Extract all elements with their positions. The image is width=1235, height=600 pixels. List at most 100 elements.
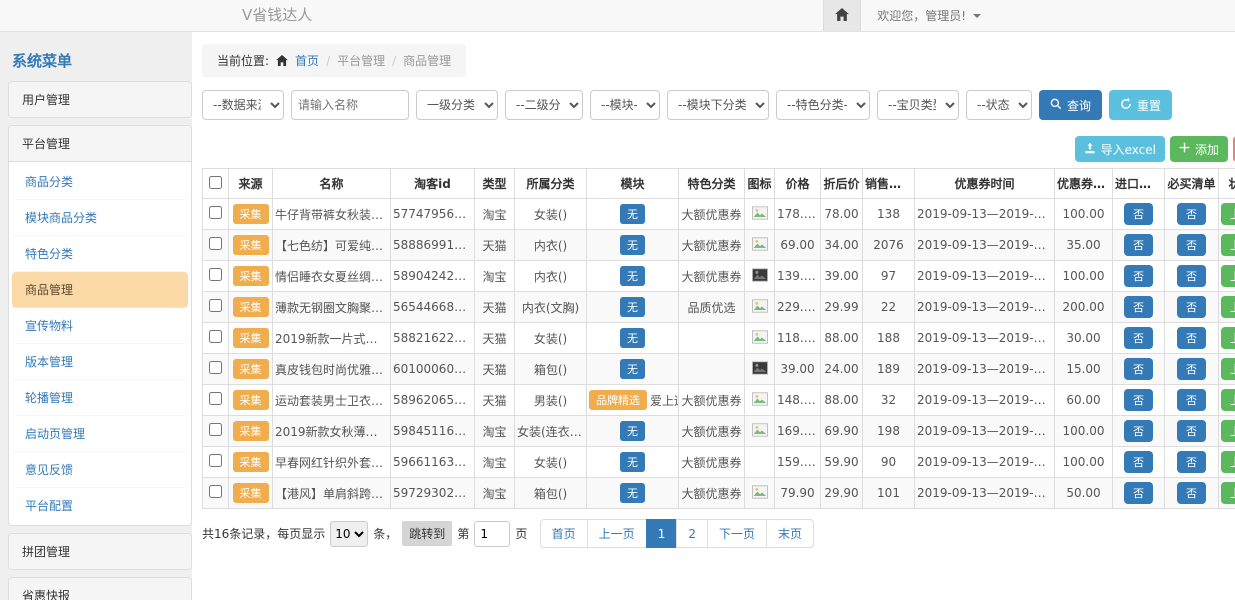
must-buy-toggle[interactable]: 否	[1177, 358, 1206, 380]
cell-sales: 198	[863, 416, 915, 447]
pager-button-上一页[interactable]: 上一页	[587, 519, 647, 548]
search-button[interactable]: 查询	[1039, 90, 1102, 120]
import-select-toggle[interactable]: 否	[1124, 482, 1153, 504]
must-buy-toggle[interactable]: 否	[1177, 327, 1206, 349]
must-buy-toggle[interactable]: 否	[1177, 420, 1206, 442]
status-toggle[interactable]: 上架	[1221, 420, 1235, 442]
filter-select-level2-category[interactable]: --二级分类--	[505, 90, 583, 120]
status-toggle[interactable]: 上架	[1221, 296, 1235, 318]
module-content: 无	[620, 204, 645, 224]
jump-button[interactable]: 跳转到	[402, 521, 452, 546]
status-toggle[interactable]: 上架	[1221, 265, 1235, 287]
row-checkbox[interactable]	[209, 268, 222, 281]
filter-select-level1-category[interactable]: 一级分类	[416, 90, 498, 120]
page-label-after: 页	[515, 525, 527, 542]
must-buy-toggle[interactable]: 否	[1177, 482, 1206, 504]
status-toggle[interactable]: 上架	[1221, 482, 1235, 504]
sidebar-subitem[interactable]: 意见反馈	[12, 452, 188, 488]
cell-feature: 大额优惠券	[679, 416, 745, 447]
must-buy-toggle[interactable]: 否	[1177, 234, 1206, 256]
row-checkbox[interactable]	[209, 392, 222, 405]
cell-must-buy: 否	[1165, 292, 1219, 323]
row-checkbox[interactable]	[209, 423, 222, 436]
filter-select-data-source[interactable]: --数据来源--	[202, 90, 284, 120]
must-buy-toggle[interactable]: 否	[1177, 203, 1206, 225]
sidebar-subitem[interactable]: 模块商品分类	[12, 200, 188, 236]
status-toggle[interactable]: 上架	[1221, 234, 1235, 256]
import-select-toggle[interactable]: 否	[1124, 451, 1153, 473]
import-select-toggle[interactable]: 否	[1124, 327, 1153, 349]
breadcrumb-home-link[interactable]: 首页	[295, 52, 319, 69]
import-select-toggle[interactable]: 否	[1124, 296, 1153, 318]
cell-discount-price: 69.90	[821, 416, 863, 447]
import-select-toggle[interactable]: 否	[1124, 234, 1153, 256]
status-toggle[interactable]: 上架	[1221, 389, 1235, 411]
row-checkbox[interactable]	[209, 485, 222, 498]
must-buy-toggle[interactable]: 否	[1177, 451, 1206, 473]
sidebar-subitem[interactable]: 启动页管理	[12, 416, 188, 452]
status-toggle[interactable]: 上架	[1221, 358, 1235, 380]
column-header-2: 淘客id	[391, 169, 475, 199]
filter-input-name-keyword[interactable]	[291, 90, 409, 120]
column-header-13: 进口优选	[1113, 169, 1165, 199]
cell-category: 女装(连衣裙)	[515, 416, 587, 447]
reset-button[interactable]: 重置	[1109, 90, 1172, 120]
sidebar-subitem[interactable]: 平台配置	[12, 488, 188, 523]
sidebar-subitem[interactable]: 特色分类	[12, 236, 188, 272]
status-toggle[interactable]: 上架	[1221, 327, 1235, 349]
status-toggle[interactable]: 上架	[1221, 203, 1235, 225]
row-checkbox[interactable]	[209, 361, 222, 374]
sidebar-subitem[interactable]: 商品分类	[12, 164, 188, 200]
cell-feature: 大额优惠券	[679, 478, 745, 509]
home-button[interactable]	[823, 0, 861, 31]
cell-taoke-id: 588869917501	[391, 230, 475, 261]
row-checkbox[interactable]	[209, 454, 222, 467]
import-excel-button[interactable]: 导入excel	[1075, 136, 1165, 162]
row-checkbox[interactable]	[209, 206, 222, 219]
sidebar-item-group-buy[interactable]: 拼团管理	[9, 534, 191, 569]
cell-module: 无	[587, 354, 679, 385]
sidebar-subitem[interactable]: 版本管理	[12, 344, 188, 380]
per-page-select[interactable]: 10	[330, 521, 368, 547]
filter-select-module[interactable]: --模块--	[590, 90, 660, 120]
row-checkbox[interactable]	[209, 299, 222, 312]
select-all-checkbox[interactable]	[209, 176, 222, 189]
must-buy-toggle[interactable]: 否	[1177, 389, 1206, 411]
page-number-input[interactable]	[474, 521, 510, 547]
must-buy-toggle[interactable]: 否	[1177, 265, 1206, 287]
sidebar-subitem[interactable]: 商品管理	[12, 272, 188, 308]
row-checkbox[interactable]	[209, 330, 222, 343]
import-select-toggle[interactable]: 否	[1124, 203, 1153, 225]
filter-select-item-type[interactable]: --宝贝类型--	[877, 90, 959, 120]
module-badge: 无	[620, 328, 645, 348]
add-button[interactable]: 添加	[1170, 136, 1228, 162]
status-toggle[interactable]: 上架	[1221, 451, 1235, 473]
import-select-toggle[interactable]: 否	[1124, 420, 1153, 442]
pager-button-首页[interactable]: 首页	[540, 519, 588, 548]
cell-type: 天猫	[475, 354, 515, 385]
cell-coupon-amount: 15.00	[1055, 354, 1113, 385]
pager-button-2[interactable]: 2	[676, 519, 708, 548]
filter-select-status[interactable]: --状态--	[966, 90, 1032, 120]
sidebar-subitem[interactable]: 轮播管理	[12, 380, 188, 416]
cell-status: 上架	[1219, 199, 1235, 230]
import-select-toggle[interactable]: 否	[1124, 358, 1153, 380]
sidebar-item-express[interactable]: 省惠快报	[9, 578, 191, 600]
module-badge: 品牌精选	[589, 390, 647, 410]
pager-button-末页[interactable]: 末页	[766, 519, 814, 548]
import-select-toggle[interactable]: 否	[1124, 265, 1153, 287]
must-buy-toggle[interactable]: 否	[1177, 296, 1206, 318]
pager-button-1[interactable]: 1	[646, 519, 678, 548]
import-select-toggle[interactable]: 否	[1124, 389, 1153, 411]
row-checkbox[interactable]	[209, 237, 222, 250]
sidebar-item-user[interactable]: 用户管理	[9, 82, 191, 117]
pager-button-下一页[interactable]: 下一页	[707, 519, 767, 548]
filter-select-feature-category[interactable]: --特色分类--	[776, 90, 870, 120]
cell-name: 情侣睡衣女夏丝绸男士...	[273, 261, 391, 292]
cell-type: 天猫	[475, 230, 515, 261]
cell-icon	[745, 230, 775, 261]
sidebar-item-platform[interactable]: 平台管理	[9, 126, 191, 161]
user-menu[interactable]: 欢迎您，管理员!	[861, 0, 997, 31]
sidebar-subitem[interactable]: 宣传物料	[12, 308, 188, 344]
filter-select-module-subcategory[interactable]: --模块下分类--	[667, 90, 769, 120]
